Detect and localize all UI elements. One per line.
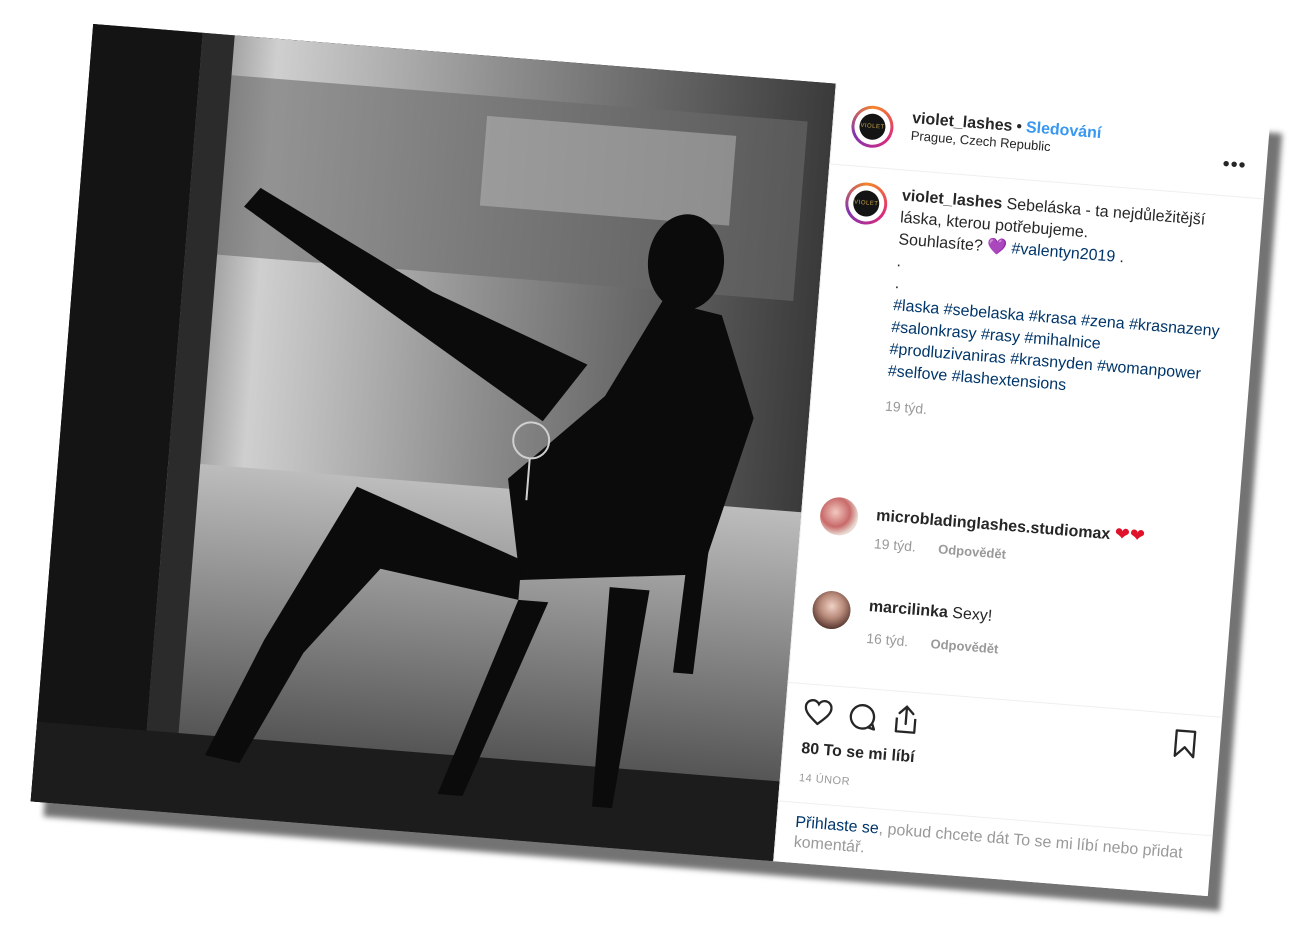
commenter-avatar[interactable] xyxy=(811,589,853,631)
post-sidebar: VIOLET violet_lashes • Sledování Prague, C… xyxy=(773,83,1271,898)
heart-icon[interactable] xyxy=(803,698,833,726)
hashtag-link[interactable]: #sebelaska xyxy=(943,301,1025,324)
caption-age[interactable]: 19 týd. xyxy=(884,395,1215,443)
hashtag-link[interactable]: #selfove xyxy=(887,363,948,385)
red-heart-icon: ❤❤ xyxy=(1113,523,1146,546)
hashtag-link[interactable]: #rasy xyxy=(980,326,1020,346)
comment-item: marcilinka Sexy! 16 týd. Odpovědět xyxy=(811,589,1223,657)
hashtag-link[interactable]: #krasa xyxy=(1028,308,1077,329)
post-date[interactable]: 14 ÚNOR xyxy=(798,772,850,788)
hashtag-link[interactable]: #valentyn2019 xyxy=(1011,240,1116,265)
caption-username[interactable]: violet_lashes xyxy=(901,187,1003,212)
header-separator: • xyxy=(1015,118,1023,136)
hashtag-link[interactable]: #krasnazeny xyxy=(1128,316,1220,340)
photo-silhouette-image xyxy=(30,23,836,862)
caption-dot: . xyxy=(894,275,901,293)
more-options-icon[interactable]: ••• xyxy=(1222,153,1248,178)
avatar-logo-text: VIOLET xyxy=(860,122,885,131)
author-avatar[interactable]: VIOLET xyxy=(849,104,896,150)
comment-age[interactable]: 16 týd. xyxy=(866,630,909,649)
caption-hashtags: #laska #sebelaska #krasa #zena #krasnaze… xyxy=(887,297,1220,394)
commenter-avatar[interactable] xyxy=(818,495,860,537)
like-count[interactable]: 80 To se mi líbí xyxy=(801,740,916,767)
comment-username[interactable]: marcilinka xyxy=(868,598,948,621)
purple-heart-icon: 💜 xyxy=(986,238,1008,257)
share-icon[interactable] xyxy=(891,703,921,735)
comment-age[interactable]: 19 týd. xyxy=(873,535,916,554)
instagram-post-card: VIOLET violet_lashes • Sledování Prague, C… xyxy=(30,23,1271,898)
post-actions: 80 To se mi líbí 14 ÚNOR Přihlaste se, p… xyxy=(774,681,1223,898)
avatar-logo-text: VIOLET xyxy=(853,199,879,208)
bookmark-icon[interactable] xyxy=(1172,728,1198,760)
caption-avatar[interactable]: VIOLET xyxy=(843,180,889,227)
comment-icon[interactable] xyxy=(847,702,877,732)
caption-period: . xyxy=(1118,249,1125,267)
hashtag-link[interactable]: #mihalnice xyxy=(1024,330,1102,353)
hashtag-link[interactable]: #salonkrasy xyxy=(891,319,977,343)
comment-item: microbladinglashes.studiomax ❤❤ 19 týd. … xyxy=(818,495,1231,562)
reply-button[interactable]: Odpovědět xyxy=(930,636,999,656)
reply-button[interactable]: Odpovědět xyxy=(938,541,1007,561)
hashtag-link[interactable]: #zena xyxy=(1080,312,1125,332)
hashtag-link[interactable]: #krasnyden xyxy=(1010,351,1094,375)
login-prompt: Přihlaste se, pokud chcete dát To se mi … xyxy=(775,800,1213,887)
hashtag-link[interactable]: #prodluzivaniras xyxy=(889,341,1007,367)
comment-text: Sexy! xyxy=(951,604,993,625)
caption-dot: . xyxy=(896,253,902,271)
hashtag-link[interactable]: #womanpower xyxy=(1096,358,1201,383)
hashtag-link[interactable]: #laska xyxy=(892,297,939,318)
post-photo[interactable] xyxy=(30,23,836,862)
post-header: VIOLET violet_lashes • Sledování Prague, C… xyxy=(830,83,1271,200)
caption-question: Souhlasíte? xyxy=(897,231,984,255)
hashtag-link[interactable]: #lashextensions xyxy=(951,368,1067,394)
